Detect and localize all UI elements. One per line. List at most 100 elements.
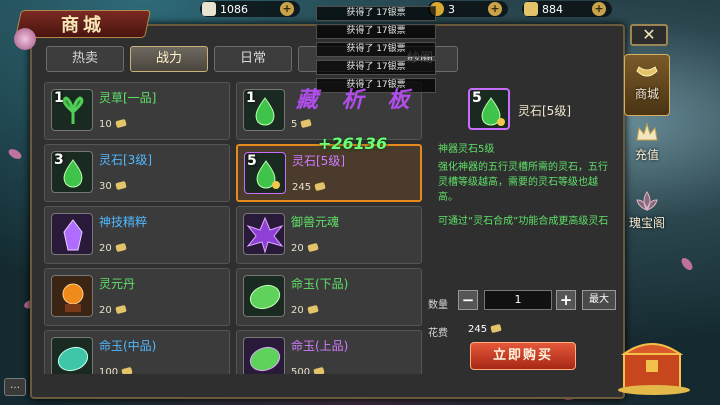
buy-now-button[interactable]: 立即购买 (470, 342, 576, 370)
item-level: 5 (247, 153, 257, 169)
add-ticket-button[interactable]: + (592, 2, 606, 16)
side-nav: 商城 充值 瑰宝阁 (624, 54, 670, 254)
watermark-text: 藏 析 板 (296, 88, 418, 113)
jade-icon (243, 337, 285, 374)
quantity-label: 数量 (428, 300, 448, 311)
jade-icon (51, 337, 93, 374)
green-stone-icon: 1 (243, 89, 285, 131)
ingot-icon (636, 66, 658, 77)
detail-subtitle: 神器灵石5级 (438, 144, 495, 155)
ticket-icon (524, 2, 538, 16)
power-gain-floater: +26136 (318, 134, 388, 153)
crown-icon (636, 122, 658, 141)
item-level: 1 (54, 90, 64, 106)
detail-item-name: 灵石[5级] (518, 104, 571, 118)
shop-item[interactable]: 御兽元魂 20 (236, 206, 422, 264)
currency-gold: 3 + (428, 1, 508, 17)
cost-value: 245 (468, 323, 502, 335)
flower-ornament-icon (14, 28, 36, 50)
item-price: 5 (291, 118, 313, 130)
detail-description: 强化神器的五行灵槽所需的灵石，五行灵槽等级越高，需要的灵石等级也越高。 (438, 162, 608, 203)
shop-item[interactable]: 3 灵石[3级] 30 (44, 144, 230, 202)
jade-icon (243, 275, 285, 317)
item-name: 灵石[3级] (99, 153, 152, 167)
item-level: 1 (246, 90, 256, 106)
side-item-treasure[interactable]: 瑰宝阁 (624, 190, 670, 252)
item-grid[interactable]: 1 灵草[一品] 10 1 5 3 灵石[3级] 30 5 灵石[5级] 245… (44, 82, 422, 374)
green-stone-icon: 5 (244, 152, 286, 194)
cost-label: 花费 (428, 328, 448, 339)
item-name: 命玉(中品) (99, 339, 157, 353)
item-price: 20 (291, 304, 319, 316)
quantity-plus-button[interactable]: + (556, 290, 576, 310)
currency-value: 1086 (220, 2, 248, 16)
add-scroll-button[interactable]: + (280, 2, 294, 16)
shop-item[interactable]: 神技精粹 20 (44, 206, 230, 264)
shop-item[interactable]: 灵元丹 20 (44, 268, 230, 326)
beast-soul-icon (243, 213, 285, 255)
currency-bar: 1086 + 3 + 884 + (200, 0, 720, 18)
currency-silver-ticket: 884 + (522, 1, 612, 17)
ticket-icon (306, 242, 319, 253)
side-item-shop[interactable]: 商城 (624, 54, 670, 116)
ticket-icon (314, 181, 326, 192)
shop-item[interactable]: 命玉(下品) 20 (236, 268, 422, 326)
tab-hot[interactable]: 热卖 (46, 46, 124, 72)
treasure-chest-icon[interactable] (616, 330, 692, 396)
detail-hint: 可通过“灵石合成”功能合成更高级灵石 (438, 216, 609, 227)
shop-item[interactable]: 命玉(中品) 100 (44, 330, 230, 374)
shop-item[interactable]: 1 灵草[一品] 10 (44, 82, 230, 140)
currency-value: 3 (448, 2, 455, 16)
shop-item[interactable]: 命玉(上品) 500 (236, 330, 422, 374)
ticket-icon (121, 366, 133, 374)
item-price: 20 (99, 304, 127, 316)
quantity-minus-button[interactable]: − (458, 290, 478, 310)
quantity-input[interactable]: 1 (484, 290, 552, 310)
green-stone-icon: 5 (468, 88, 510, 130)
pill-icon (51, 275, 93, 317)
ticket-icon (114, 304, 127, 315)
scroll-icon (202, 2, 216, 16)
herb-icon: 1 (51, 89, 93, 131)
item-name: 命玉(上品) (291, 339, 349, 353)
notification-line: 获得了 17银票 (316, 6, 436, 21)
item-name: 灵草[一品] (99, 91, 157, 105)
tab-power[interactable]: 战力 (130, 46, 208, 72)
panel-title-text: 商城 (61, 15, 105, 36)
notification-line: 获得了 17银票 (316, 24, 436, 39)
currency-value: 884 (542, 2, 563, 16)
item-price: 20 (291, 242, 319, 254)
side-item-label: 瑰宝阁 (628, 216, 665, 230)
item-name: 命玉(下品) (291, 277, 349, 291)
ticket-icon (114, 180, 127, 191)
ticket-icon (114, 118, 127, 129)
close-button[interactable]: ✕ (630, 24, 668, 46)
add-gold-button[interactable]: + (488, 2, 502, 16)
item-level: 5 (472, 90, 482, 106)
side-item-label: 商城 (634, 87, 659, 101)
lotus-icon (636, 191, 658, 211)
item-price: 10 (99, 118, 127, 130)
ticket-icon (114, 242, 127, 253)
item-price: 245 (292, 181, 326, 193)
panel-title: 商城 (15, 10, 151, 38)
chat-button[interactable]: … (4, 378, 26, 396)
item-price: 500 (291, 366, 325, 374)
green-stone-icon: 3 (51, 151, 93, 193)
quantity-max-button[interactable]: 最大 (582, 290, 616, 310)
item-price: 100 (99, 366, 133, 374)
item-detail-pane: 5 灵石[5级] 神器灵石5级 强化神器的五行灵槽所需的灵石，五行灵槽等级越高，… (428, 82, 618, 374)
ticket-icon (306, 304, 319, 315)
notification-line: 获得了 17银票 (316, 60, 436, 75)
item-level: 3 (54, 152, 64, 168)
notification-line: 获得了 17银票 (316, 42, 436, 57)
currency-scroll: 1086 + (200, 1, 300, 17)
side-item-recharge[interactable]: 充值 (624, 122, 670, 184)
item-price: 30 (99, 180, 127, 192)
item-name: 灵元丹 (99, 277, 136, 291)
item-name: 御兽元魂 (291, 215, 340, 229)
ticket-icon (300, 118, 313, 129)
item-name: 神技精粹 (99, 215, 148, 229)
tab-daily[interactable]: 日常 (214, 46, 292, 72)
side-item-label: 充值 (634, 148, 659, 162)
